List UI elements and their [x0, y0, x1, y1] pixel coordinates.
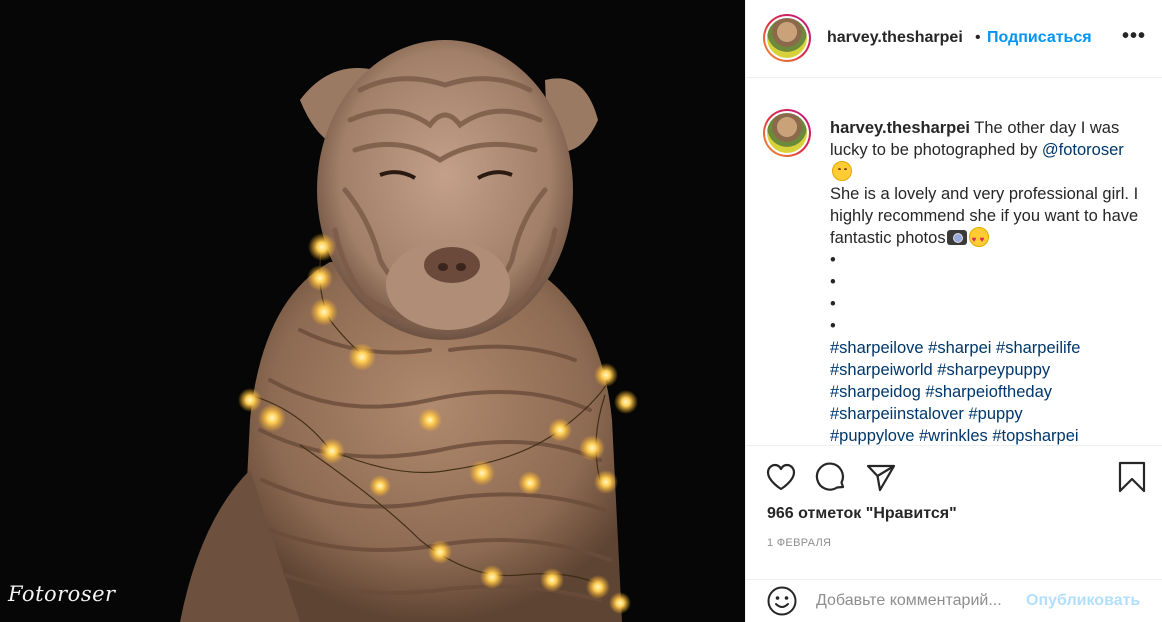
shar-pei-photo	[0, 0, 745, 622]
camera-emoji-icon	[946, 230, 967, 245]
hashtag-line[interactable]: #sharpeilove #sharpei #sharpeilife	[830, 337, 1146, 359]
more-options-icon[interactable]: •••	[1122, 26, 1146, 50]
caption-bullet: •	[830, 295, 836, 313]
caption-bullet: •	[830, 251, 836, 269]
photo-watermark: Fotoroser	[8, 582, 116, 606]
post-actions: 966 отметок "Нравится" 1 ФЕВРАЛЯ	[746, 445, 1162, 580]
bookmark-icon[interactable]	[1115, 460, 1149, 494]
post-photo[interactable]: Fotoroser	[0, 0, 745, 622]
caption-avatar[interactable]	[763, 109, 811, 157]
caption-bullet: •	[830, 273, 836, 291]
caption-username[interactable]: harvey.thesharpei	[830, 119, 970, 137]
mention-link[interactable]: @fotoroser	[1042, 141, 1124, 159]
caption-profile-photo	[767, 113, 807, 153]
post-header: harvey.thesharpei • Подписаться •••	[746, 0, 1162, 78]
post-details-panel: harvey.thesharpei • Подписаться ••• harv…	[745, 0, 1162, 622]
comment-icon[interactable]	[814, 460, 848, 494]
hashtag-line[interactable]: #sharpeiworld #sharpeypuppy	[830, 359, 1146, 381]
heart-eyes-emoji-icon	[968, 227, 989, 251]
header-username[interactable]: harvey.thesharpei	[827, 29, 963, 47]
hugging-face-emoji-icon	[832, 161, 852, 181]
heart-icon[interactable]	[764, 460, 798, 494]
caption-bullet: •	[830, 317, 836, 335]
likes-count[interactable]: 966 отметок "Нравится"	[767, 505, 957, 523]
hashtag-line[interactable]: #sharpeidog #sharpeioftheday	[830, 381, 1146, 403]
follow-button[interactable]: Подписаться	[987, 29, 1092, 47]
share-icon[interactable]	[864, 460, 898, 494]
comment-input[interactable]	[816, 588, 1026, 614]
header-separator: •	[975, 29, 981, 46]
post-caption: harvey.thesharpei The other day I was lu…	[830, 117, 1146, 445]
caption-text-2: She is a lovely and very professional gi…	[830, 183, 1146, 251]
publish-button[interactable]: Опубликовать	[1026, 592, 1140, 610]
comments-area[interactable]: harvey.thesharpei The other day I was lu…	[746, 79, 1162, 445]
emoji-picker-icon[interactable]	[766, 585, 798, 617]
profile-photo	[767, 18, 807, 58]
add-comment-section: Опубликовать	[746, 579, 1162, 622]
post-date: 1 ФЕВРАЛЯ	[767, 537, 832, 549]
hashtag-line[interactable]: #puppylove #wrinkles #topsharpei	[830, 425, 1146, 445]
hashtag-line[interactable]: #sharpeiinstalover #puppy	[830, 403, 1146, 425]
avatar[interactable]	[763, 14, 811, 62]
